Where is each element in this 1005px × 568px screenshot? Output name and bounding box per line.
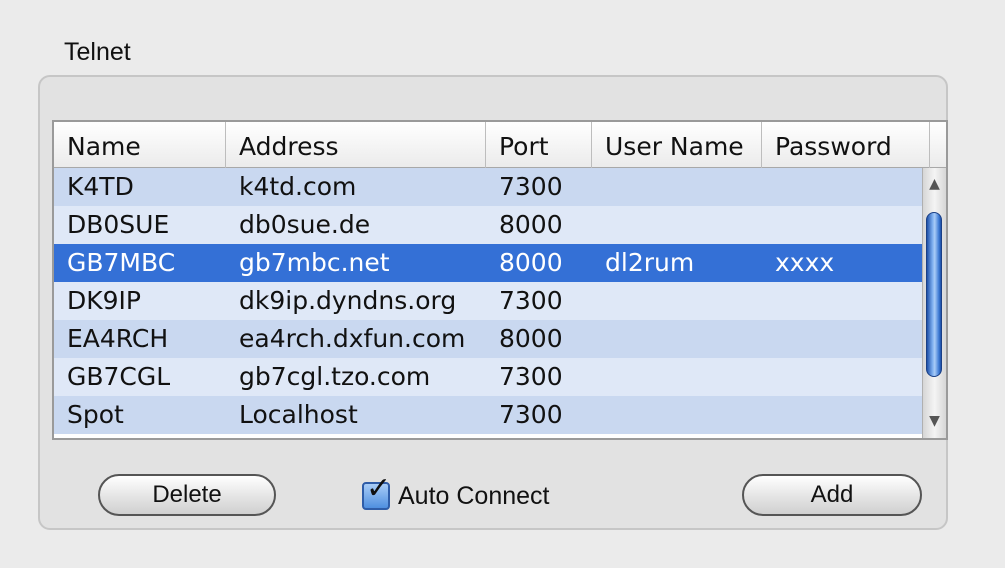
table-row[interactable]: Spot Localhost 7300 [54, 396, 922, 434]
table-row[interactable]: GB7MBC gb7mbc.net 8000 dl2rum xxxx [54, 244, 922, 282]
auto-connect-label: Auto Connect [398, 481, 550, 510]
table-row[interactable]: GB7CGL gb7cgl.tzo.com 7300 [54, 358, 922, 396]
table-cell-port: 7300 [499, 400, 563, 429]
table-cell-name: DB0SUE [67, 210, 170, 239]
table-header: Name Address Port User Name Password [54, 122, 946, 168]
column-header-port[interactable]: Port [486, 122, 592, 168]
table-row[interactable]: K4TD k4td.com 7300 [54, 168, 922, 206]
checkmark-icon: ✓ [366, 471, 392, 506]
column-header-name[interactable]: Name [54, 122, 226, 168]
table-cell-password: xxxx [775, 248, 835, 277]
table-cell-port: 7300 [499, 286, 563, 315]
table-cell-port: 8000 [499, 210, 563, 239]
table-cell-port: 7300 [499, 362, 563, 391]
table-cell-name: Spot [67, 400, 124, 429]
auto-connect-checkbox[interactable]: ✓ [362, 474, 391, 510]
table-cell-address: k4td.com [239, 172, 357, 201]
telnet-group-title: Telnet [64, 38, 131, 66]
column-header-password[interactable]: Password [762, 122, 930, 168]
table-cell-name: K4TD [67, 172, 134, 201]
table-row[interactable]: EA4RCH ea4rch.dxfun.com 8000 [54, 320, 922, 358]
table-cell-address: dk9ip.dyndns.org [239, 286, 457, 315]
telnet-servers-table[interactable]: Name Address Port User Name Password K4T… [52, 120, 948, 440]
table-cell-name: GB7MBC [67, 248, 176, 277]
table-cell-name: GB7CGL [67, 362, 171, 391]
table-cell-address: db0sue.de [239, 210, 371, 239]
column-header-address[interactable]: Address [226, 122, 486, 168]
table-cell-address: gb7cgl.tzo.com [239, 362, 431, 391]
scroll-thumb[interactable] [926, 212, 942, 377]
table-cell-address: ea4rch.dxfun.com [239, 324, 466, 353]
scroll-up-arrow-icon[interactable]: ▲ [923, 176, 946, 192]
table-cell-port: 7300 [499, 172, 563, 201]
table-cell-port: 8000 [499, 248, 563, 277]
table-cell-name: DK9IP [67, 286, 141, 315]
auto-connect-toggle[interactable]: ✓ Auto Connect [362, 474, 550, 513]
table-vertical-scrollbar[interactable]: ▲ ▼ [922, 168, 946, 438]
delete-button[interactable]: Delete [98, 474, 276, 516]
add-button[interactable]: Add [742, 474, 922, 516]
table-row[interactable]: DB0SUE db0sue.de 8000 [54, 206, 922, 244]
table-cell-name: EA4RCH [67, 324, 169, 353]
table-cell-address: gb7mbc.net [239, 248, 390, 277]
table-cell-user: dl2rum [605, 248, 695, 277]
table-row[interactable]: DK9IP dk9ip.dyndns.org 7300 [54, 282, 922, 320]
scroll-down-arrow-icon[interactable]: ▼ [923, 413, 946, 429]
column-header-corner [930, 122, 946, 168]
table-cell-port: 8000 [499, 324, 563, 353]
table-cell-address: Localhost [239, 400, 358, 429]
column-header-user-name[interactable]: User Name [592, 122, 762, 168]
